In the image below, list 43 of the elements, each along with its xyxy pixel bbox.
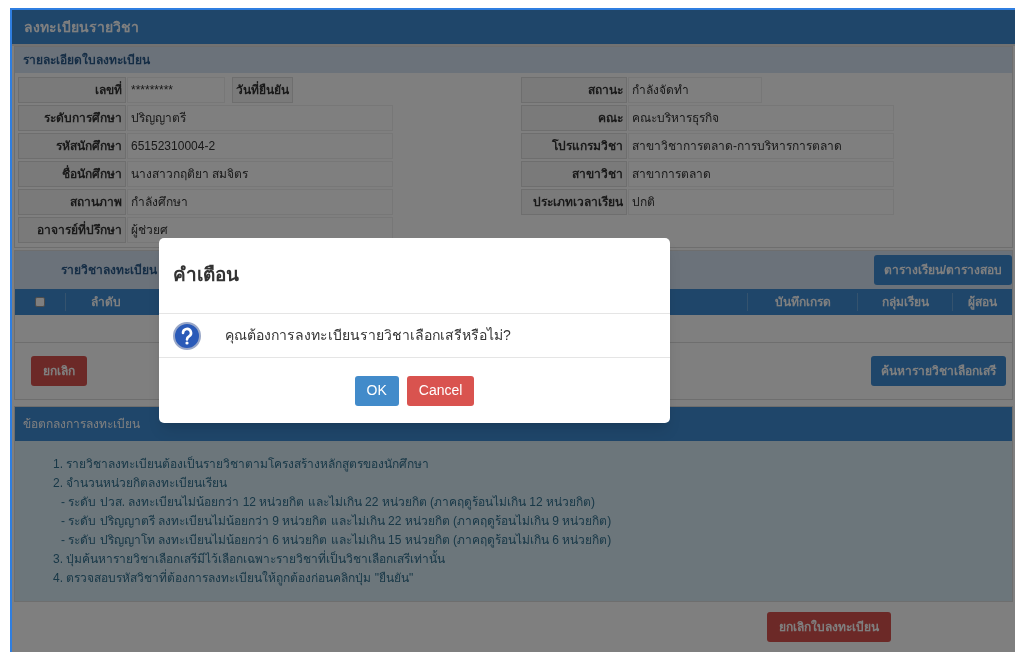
field-value: กำลังจัดทำ bbox=[628, 77, 762, 103]
field-label: สถานะ bbox=[521, 77, 627, 103]
page-title: ลงทะเบียนรายวิชา bbox=[24, 17, 139, 37]
section-title: รายละเอียดใบลงทะเบียน bbox=[23, 51, 150, 69]
field-value: นางสาวกฤติยา สมจิตร bbox=[127, 161, 393, 187]
field-value: สาขาวิชาการตลาด-การบริหารการตลาด bbox=[628, 133, 894, 159]
field-value: 65152310004-2 bbox=[127, 133, 393, 159]
field-label: รหัสนักศึกษา bbox=[18, 133, 126, 159]
question-icon bbox=[173, 321, 201, 350]
section-title: รายวิชาลงทะเบียน bbox=[61, 262, 157, 279]
field-label: สาขาวิชา bbox=[521, 161, 627, 187]
search-elective-button[interactable]: ค้นหารายวิชาเลือกเสรี bbox=[871, 356, 1006, 386]
ok-button[interactable]: OK bbox=[354, 375, 399, 406]
select-all-checkbox[interactable] bbox=[35, 297, 45, 307]
field-value: ********* bbox=[127, 77, 225, 103]
section-title: ข้อตกลงการลงทะเบียน bbox=[23, 416, 140, 433]
schedule-button[interactable]: ตารางเรียน/ตารางสอบ bbox=[873, 255, 1012, 285]
terms-line: 1. รายวิชาลงทะเบียนต้องเป็นรายวิชาตามโครงสร้างหลักสูตรของนักศึกษา bbox=[53, 455, 431, 473]
field-label: ประเภทเวลาเรียน bbox=[521, 189, 627, 215]
cancel-button[interactable]: ยกเลิก bbox=[31, 356, 87, 386]
field-label: โปรแกรมวิชา bbox=[521, 133, 627, 159]
terms-line: - ระดับ ปริญญาตรี ลงทะเบียนไม่น้อยกว่า 9 หน่วยกิต และไม่เกิน 22 หน่วยกิต (ภาคฤดูร้อนไม่เกิน 9 หน่วยกิต) bbox=[60, 513, 613, 530]
field-label: สถานภาพ bbox=[18, 189, 126, 215]
field-label: ระดับการศึกษา bbox=[18, 105, 126, 131]
field-label: คณะ bbox=[521, 105, 627, 131]
terms-line: 2. จำนวนหน่วยกิตลงทะเบียนเรียน bbox=[53, 475, 229, 492]
terms-line: - ระดับ ปวส. ลงทะเบียนไม่น้อยกว่า 12 หน่วยกิต และไม่เกิน 22 หน่วยกิต (ภาคฤดูร้อนไม่เกิน 12 หน่วยกิต) bbox=[60, 494, 597, 511]
cancel-registration-button[interactable]: ยกเลิกใบลงทะเบียน bbox=[767, 612, 891, 642]
dialog-message: คุณต้องการลงทะเบียนรายวิชาเลือกเสรีหรือไม่? bbox=[225, 326, 511, 346]
field-value: สาขาการตลาด bbox=[628, 161, 894, 187]
field-label: อาจารย์ที่ปรึกษา bbox=[18, 217, 126, 243]
field-value: คณะบริหารธุรกิจ bbox=[628, 105, 894, 131]
cancel-button[interactable]: Cancel bbox=[406, 375, 475, 406]
terms-line: 4. ตรวจสอบรหัสวิชาที่ต้องการลงทะเบียนให้ถูกต้องก่อนคลิกปุ่ม "ยืนยัน" bbox=[53, 569, 415, 587]
field-label: ชื่อนักศึกษา bbox=[18, 161, 126, 187]
field-value: กำลังศึกษา bbox=[127, 189, 393, 215]
field-label: วันที่ยืนยัน bbox=[232, 77, 293, 103]
field-label: เลขที่ bbox=[18, 77, 126, 103]
field-value: ปริญญาตรี bbox=[127, 105, 393, 131]
terms-line: 3. ปุ่มค้นหารายวิชาเลือกเสรีมีไว้เลือกเฉพาะรายวิชาที่เป็นวิชาเลือกเสรีเท่านั้น bbox=[53, 550, 447, 568]
terms-line: - ระดับ ปริญญาโท ลงทะเบียนไม่น้อยกว่า 6 หน่วยกิต และไม่เกิน 15 หน่วยกิต (ภาคฤดูร้อนไม่เกิน 6 หน่วยกิต) bbox=[60, 532, 613, 549]
dialog-title: คำเตือน bbox=[173, 263, 239, 288]
field-value: ปกติ bbox=[628, 189, 894, 215]
